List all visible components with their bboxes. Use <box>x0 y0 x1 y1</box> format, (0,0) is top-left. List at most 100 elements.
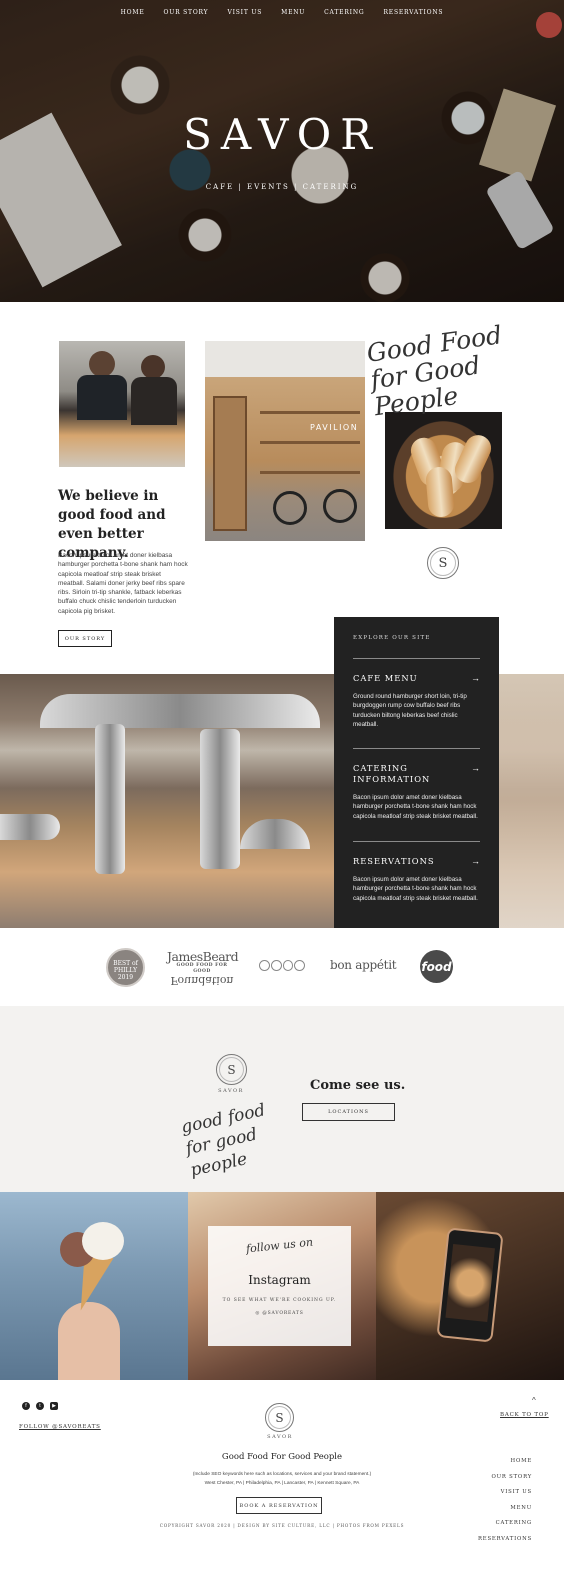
hero-section: HOME OUR STORY VISIT US MENU CATERING RE… <box>0 0 564 302</box>
bread-loaf <box>424 465 456 519</box>
james-beard-logo: JamesBeard GOOD FOOD FOR GOOD Foundation <box>167 949 239 987</box>
our-story-button[interactable]: OUR STORY <box>58 630 112 647</box>
nav-reservations[interactable]: RESERVATIONS <box>383 9 443 16</box>
pavilion-shelf <box>260 411 360 414</box>
nav-visit-us[interactable]: VISIT US <box>227 9 262 16</box>
brand-name: SAVOR <box>267 1434 293 1440</box>
twitter-icon[interactable]: t <box>36 1402 44 1410</box>
phone-screen <box>445 1244 495 1323</box>
badge-icon <box>536 12 562 38</box>
savor-logo-icon: S <box>427 547 459 579</box>
savor-logo-icon: S <box>216 1054 247 1085</box>
instagram-script: follow us on <box>245 1235 314 1256</box>
instagram-subtitle: TO SEE WHAT WE'RE COOKING UP. <box>222 1298 337 1303</box>
pavilion-door <box>213 396 247 531</box>
footer-nav-home[interactable]: HOME <box>478 1458 532 1474</box>
espresso-right-image <box>499 674 564 928</box>
explore-item-label: CATERING INFORMATION <box>353 763 431 784</box>
nav-home[interactable]: HOME <box>121 9 145 16</box>
pavilion-shelf <box>260 441 360 444</box>
nav-catering[interactable]: CATERING <box>324 9 364 16</box>
pavilion-sign: PAVILION <box>310 423 359 432</box>
chefs-photo <box>59 341 185 467</box>
pavilion-photo: PAVILION <box>205 341 365 541</box>
instagram-photo-icecream[interactable] <box>0 1192 188 1380</box>
explore-item-reservations[interactable]: RESERVATIONS → Bacon ipsum dolor amet do… <box>353 841 480 903</box>
jb-foundation: Foundation <box>170 974 234 987</box>
back-to-top-link[interactable]: BACK TO TOP <box>500 1412 549 1418</box>
jb-name: JamesBeard <box>167 949 239 964</box>
flower-icon <box>282 960 294 971</box>
arrow-right-icon[interactable]: → <box>471 856 480 866</box>
instagram-section: follow us on Instagram TO SEE WHAT WE'RE… <box>0 1192 564 1380</box>
espresso-pipe <box>40 694 320 728</box>
espresso-pipe <box>95 724 125 874</box>
facebook-icon[interactable]: f <box>22 1402 30 1410</box>
logo-letter: S <box>227 1062 236 1077</box>
floral-logo-icon <box>259 958 305 974</box>
chevron-up-icon[interactable]: ^ <box>532 1396 536 1405</box>
press-logos: BEST of PHILLY 2019 JamesBeard GOOD FOOD… <box>0 928 564 1006</box>
espresso-pipe <box>0 814 60 840</box>
script-heading: Good Food for Good People <box>364 320 504 422</box>
visit-heading: Come see us. <box>310 1078 406 1093</box>
scoop <box>82 1222 124 1260</box>
instagram-handle[interactable]: ◎ @SAVOREATS <box>208 1311 351 1316</box>
flower-icon <box>270 960 282 971</box>
explore-title: EXPLORE OUR SITE <box>353 635 431 641</box>
savor-logo-icon: S <box>265 1403 294 1432</box>
main-nav: HOME OUR STORY VISIT US MENU CATERING RE… <box>0 9 564 16</box>
logo-letter: S <box>438 555 448 571</box>
footer-nav-reservations[interactable]: RESERVATIONS <box>478 1536 532 1552</box>
food-network-logo: food <box>420 950 453 983</box>
locations-button[interactable]: LOCATIONS <box>302 1103 395 1121</box>
instagram-photo-phone[interactable] <box>376 1192 564 1380</box>
explore-item-desc: Bacon ipsum dolor amet doner kielbasa ha… <box>353 876 478 902</box>
instagram-title: Instagram <box>248 1273 311 1287</box>
footer-nav-catering[interactable]: CATERING <box>478 1520 532 1536</box>
explore-item-label: RESERVATIONS <box>353 856 435 866</box>
phone <box>436 1227 504 1343</box>
book-reservation-button[interactable]: BOOK A RESERVATION <box>236 1497 322 1514</box>
hero-subtitle: CAFE | EVENTS | CATERING <box>205 183 359 191</box>
logo-letter: S <box>275 1410 284 1425</box>
bon-appetit-logo: bon appétit <box>330 958 397 972</box>
explore-item-label: CAFE MENU <box>353 673 418 683</box>
about-body: Bacon ipsum dolor amet doner kielbasa ha… <box>58 552 188 615</box>
chef-figure <box>77 375 127 420</box>
visit-script: good food for good people <box>179 1100 268 1181</box>
nav-menu[interactable]: MENU <box>281 9 305 16</box>
instagram-card[interactable]: follow us on Instagram TO SEE WHAT WE'RE… <box>208 1226 351 1346</box>
footer-nav-our-story[interactable]: OUR STORY <box>478 1474 532 1490</box>
best-of-philly-logo: BEST of PHILLY 2019 <box>106 948 145 987</box>
youtube-icon[interactable]: ▶ <box>50 1402 58 1410</box>
espresso-pipe <box>240 819 310 849</box>
bread-loaf <box>450 430 496 488</box>
brand-name: SAVOR <box>218 1088 244 1094</box>
footer-nav-menu[interactable]: MENU <box>478 1505 532 1521</box>
explore-item-desc: Ground round hamburger short loin, tri-t… <box>353 693 467 729</box>
arrow-right-icon[interactable]: → <box>471 763 480 773</box>
espresso-pipe <box>200 729 240 869</box>
bike-wheel <box>273 491 307 525</box>
chef-figure <box>131 377 177 425</box>
follow-link[interactable]: FOLLOW @SAVOREATS <box>19 1424 101 1430</box>
flower-icon <box>294 960 305 971</box>
explore-panel: EXPLORE OUR SITE CAFE MENU → Ground roun… <box>334 617 499 928</box>
explore-item-desc: Bacon ipsum dolor amet doner kielbasa ha… <box>353 794 478 820</box>
nav-our-story[interactable]: OUR STORY <box>164 9 209 16</box>
explore-item-catering[interactable]: CATERING INFORMATION → Bacon ipsum dolor… <box>353 748 480 821</box>
handle-text: @SAVOREATS <box>262 1311 304 1316</box>
chef-figure <box>141 355 165 379</box>
arrow-right-icon[interactable]: → <box>471 673 480 683</box>
bike-wheel <box>323 489 357 523</box>
footer: f t ▶ FOLLOW @SAVOREATS S SAVOR Good Foo… <box>0 1380 564 1572</box>
hero-title: SAVOR <box>183 110 381 159</box>
chef-figure <box>89 351 115 377</box>
visit-section: S SAVOR good food for good people Come s… <box>0 1006 564 1192</box>
pavilion-shelf <box>260 471 360 474</box>
footer-nav-visit-us[interactable]: VISIT US <box>478 1489 532 1505</box>
bread-photo <box>385 412 502 529</box>
footer-nav: HOME OUR STORY VISIT US MENU CATERING RE… <box>478 1458 532 1552</box>
explore-item-cafe-menu[interactable]: CAFE MENU → Ground round hamburger short… <box>353 658 480 730</box>
